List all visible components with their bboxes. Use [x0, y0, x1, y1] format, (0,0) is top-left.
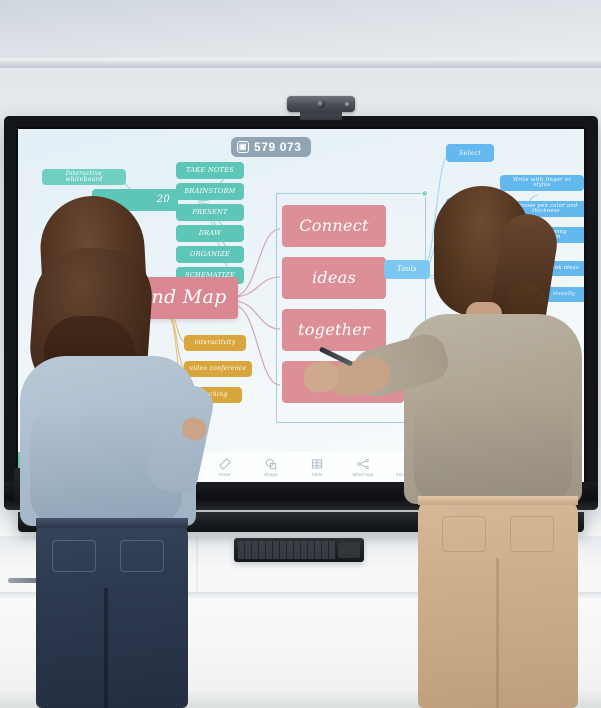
person-left-presenter — [14, 193, 217, 708]
session-code-value: 579 073 — [254, 140, 302, 154]
jeans-seam — [104, 588, 108, 708]
wireless-keyboard[interactable] — [234, 538, 364, 562]
mindmap-node-select[interactable]: Select — [446, 144, 494, 162]
mindmap-node-interactive-whiteboard[interactable]: Interactive whiteboard — [42, 169, 126, 185]
toolbar-item-ruler[interactable]: Ruler — [202, 452, 248, 482]
keyboard-trackpad[interactable] — [338, 542, 360, 558]
meeting-room-scene: ▣ 579 073 Interactive whiteboard 20 TAKE… — [0, 0, 601, 708]
wall-upper — [0, 0, 601, 62]
blouse-shading — [414, 392, 572, 504]
camera-indicator-icon — [345, 102, 349, 106]
mindmap-node-take-notes[interactable]: TAKE NOTES — [176, 162, 244, 179]
camera-lens-icon — [317, 100, 325, 108]
mindmap-icon — [357, 458, 369, 470]
toolbar-label: Mind map — [352, 472, 374, 477]
trouser-seam — [496, 558, 499, 708]
share-session-icon: ▣ — [237, 141, 249, 153]
shape-icon — [265, 458, 277, 470]
trouser-waistband — [418, 496, 578, 505]
jeans-pocket-left — [52, 540, 96, 572]
jeans-pocket-right — [120, 540, 164, 572]
toolbar-label: Ruler — [219, 472, 231, 477]
trouser-pocket-right — [510, 516, 554, 552]
toolbar-label: Table — [311, 472, 323, 477]
toolbar-item-shape[interactable]: Shape — [248, 452, 294, 482]
trouser-pocket-left — [442, 516, 486, 552]
keyboard-keys — [238, 541, 336, 559]
toolbar-item-table[interactable]: Table — [294, 452, 340, 482]
belt — [36, 518, 188, 528]
person-right-presenter — [302, 186, 600, 708]
table-icon — [311, 459, 323, 469]
toolbar-item-mind-map[interactable]: Mind map — [340, 452, 386, 482]
toolbar-label: Shape — [264, 472, 278, 477]
ruler-icon — [219, 458, 231, 470]
video-conference-camera — [287, 96, 355, 112]
mindmap-node-ideas[interactable]: ideas — [282, 257, 386, 299]
session-code-badge[interactable]: ▣ 579 073 — [231, 137, 311, 157]
mindmap-node-connect[interactable]: Connect — [282, 205, 386, 247]
mindmap-node-together[interactable]: together — [282, 309, 386, 351]
